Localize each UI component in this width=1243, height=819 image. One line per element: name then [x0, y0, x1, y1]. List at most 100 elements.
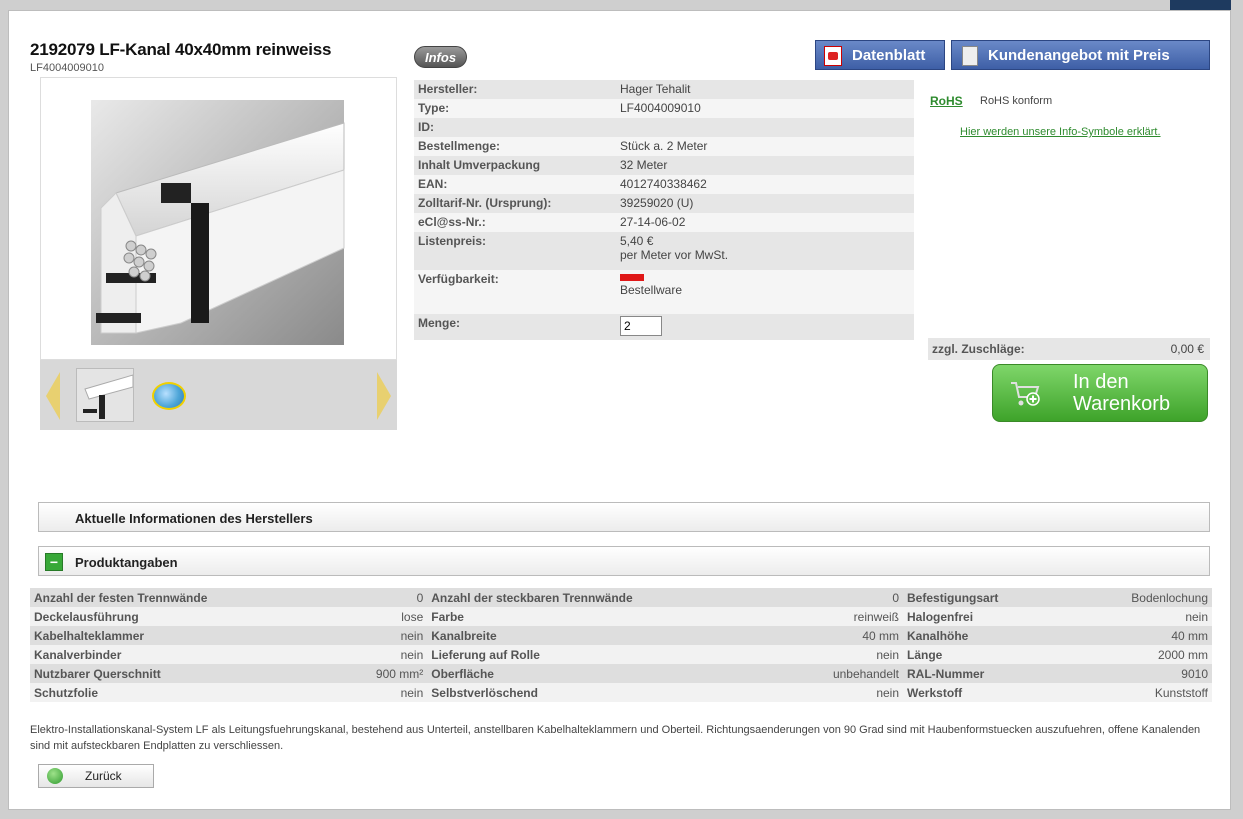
attr-value: 39259020 (U): [616, 194, 914, 213]
infos-button[interactable]: Infos: [414, 46, 468, 68]
product-specs-section[interactable]: − Produktangaben: [38, 546, 1210, 576]
spec-value: 40 mm: [1069, 626, 1212, 645]
right-border: [1231, 0, 1243, 819]
price-key: Listenpreis:: [414, 232, 616, 270]
spec-value: Bodenlochung: [1069, 588, 1212, 607]
spec-key: RAL-Nummer: [903, 664, 1070, 683]
spec-value: 0: [778, 588, 904, 607]
attr-key: Type:: [414, 99, 616, 118]
spec-value: Kunststoff: [1069, 683, 1212, 702]
spec-key: Anzahl der steckbaren Trennwände: [427, 588, 779, 607]
manufacturer-info-section[interactable]: Aktuelle Informationen des Herstellers: [38, 502, 1210, 532]
table-row: Schutzfolie nein Selbstverlöschend nein We…: [30, 683, 1212, 702]
thumbnail-strip: [40, 360, 397, 430]
attr-value: 32 Meter: [616, 156, 914, 175]
kundenangebot-button[interactable]: Kundenangebot mit Preis: [951, 40, 1210, 70]
manufacturer-info-title: Aktuelle Informationen des Herstellers: [75, 511, 313, 526]
attr-key: Bestellmenge:: [414, 137, 616, 156]
quantity-row: Menge:: [414, 314, 914, 340]
attr-row: Type: LF4004009010: [414, 99, 914, 118]
product-description: Elektro-Installationskanal-System LF als…: [30, 724, 1201, 752]
availability-row: Verfügbarkeit: Bestellware: [414, 270, 914, 314]
spec-value: 900 mm²: [334, 664, 428, 683]
add-to-cart-button[interactable]: In den Warenkorb: [992, 364, 1208, 422]
quantity-input[interactable]: [620, 316, 662, 336]
spec-value: lose: [334, 607, 428, 626]
spec-key: Nutzbarer Querschnitt: [30, 664, 335, 683]
attr-row: eCl@ss-Nr.: 27-14-06-02: [414, 213, 914, 232]
attr-value: 4012740338462: [616, 175, 914, 194]
spec-value: nein: [778, 645, 904, 664]
spec-value: 2000 mm: [1069, 645, 1212, 664]
attr-row: Zolltarif-Nr. (Ursprung): 39259020 (U): [414, 194, 914, 213]
spec-value: reinweiß: [778, 607, 904, 626]
rohs-badge[interactable]: RoHS: [930, 94, 963, 108]
spec-value: nein: [334, 626, 428, 645]
price-value: 5,40 €: [620, 234, 654, 248]
attr-row: Inhalt Umverpackung 32 Meter: [414, 156, 914, 175]
spec-value: 0: [334, 588, 428, 607]
globe-icon[interactable]: [152, 382, 186, 410]
availability-status: Bestellware: [620, 283, 683, 297]
cart-label-line2: Warenkorb: [1073, 393, 1171, 415]
cart-icon: [1011, 382, 1040, 406]
thumbnail-image: [77, 369, 133, 421]
spec-key: Farbe: [427, 607, 779, 626]
datenblatt-button[interactable]: Datenblatt: [815, 40, 945, 70]
attr-key: eCl@ss-Nr.:: [414, 213, 616, 232]
attr-key: EAN:: [414, 175, 616, 194]
attr-row: Bestellmenge: Stück a. 2 Meter: [414, 137, 914, 156]
attribute-table: Hersteller: Hager Tehalit Type: LF40040090…: [414, 80, 914, 340]
attr-row: ID:: [414, 118, 914, 137]
product-specs-title: Produktangaben: [75, 555, 178, 570]
rohs-text: RoHS konform: [980, 95, 1053, 107]
product-image[interactable]: [40, 77, 397, 360]
spec-value: nein: [1069, 607, 1212, 626]
spec-key: Befestigungsart: [903, 588, 1070, 607]
pdf-icon: [824, 46, 842, 66]
attr-row: Hersteller: Hager Tehalit: [414, 80, 914, 99]
availability-status-indicator: [620, 274, 644, 281]
price-note: per Meter vor MwSt.: [620, 248, 729, 262]
product-subtitle: LF4004009010: [30, 62, 105, 74]
spec-value: nein: [334, 645, 428, 664]
attr-value: 27-14-06-02: [616, 213, 914, 232]
availability-cell: Bestellware: [616, 270, 914, 314]
attr-key: ID:: [414, 118, 616, 137]
left-border: [0, 0, 8, 819]
attr-key: Inhalt Umverpackung: [414, 156, 616, 175]
spec-key: Oberfläche: [427, 664, 779, 683]
spec-key: Schutzfolie: [30, 683, 335, 702]
kundenangebot-label: Kundenangebot mit Preis: [988, 47, 1170, 64]
attr-key: Hersteller:: [414, 80, 616, 99]
spec-key: Halogenfrei: [903, 607, 1070, 626]
spec-key: Werkstoff: [903, 683, 1070, 702]
spec-key: Kanalhöhe: [903, 626, 1070, 645]
spec-key: Länge: [903, 645, 1070, 664]
table-row: Anzahl der festen Trennwände 0 Anzahl der…: [30, 588, 1212, 607]
back-button[interactable]: Zurück: [38, 764, 154, 788]
cart-label: In den Warenkorb: [1073, 371, 1170, 415]
specs-table: Anzahl der festen Trennwände 0 Anzahl der…: [30, 588, 1212, 702]
spec-value: 40 mm: [778, 626, 904, 645]
thumbnail-product[interactable]: [76, 368, 134, 422]
arrow-left-icon[interactable]: [46, 372, 60, 420]
top-border: [0, 0, 1243, 10]
back-icon: [47, 768, 63, 784]
surcharge-row: zzgl. Zuschläge: 0,00 €: [928, 338, 1210, 360]
quantity-key: Menge:: [414, 314, 616, 340]
attr-key: Zolltarif-Nr. (Ursprung):: [414, 194, 616, 213]
collapse-icon[interactable]: −: [45, 553, 63, 571]
table-row: Deckelausführung lose Farbe reinweiß Halog…: [30, 607, 1212, 626]
spec-value: nein: [334, 683, 428, 702]
spec-key: Selbstverlöschend: [427, 683, 779, 702]
info-symbols-link[interactable]: Hier werden unsere Info-Symbole erklärt.: [960, 126, 1161, 138]
attr-row: EAN: 4012740338462: [414, 175, 914, 194]
table-row: Kanalverbinder nein Lieferung auf Rolle ne…: [30, 645, 1212, 664]
arrow-right-icon[interactable]: [377, 372, 391, 420]
datenblatt-label: Datenblatt: [852, 47, 926, 64]
price-cell: 5,40 € per Meter vor MwSt.: [616, 232, 914, 270]
spec-key: Lieferung auf Rolle: [427, 645, 779, 664]
spec-value: nein: [778, 683, 904, 702]
spec-key: Kanalbreite: [427, 626, 779, 645]
